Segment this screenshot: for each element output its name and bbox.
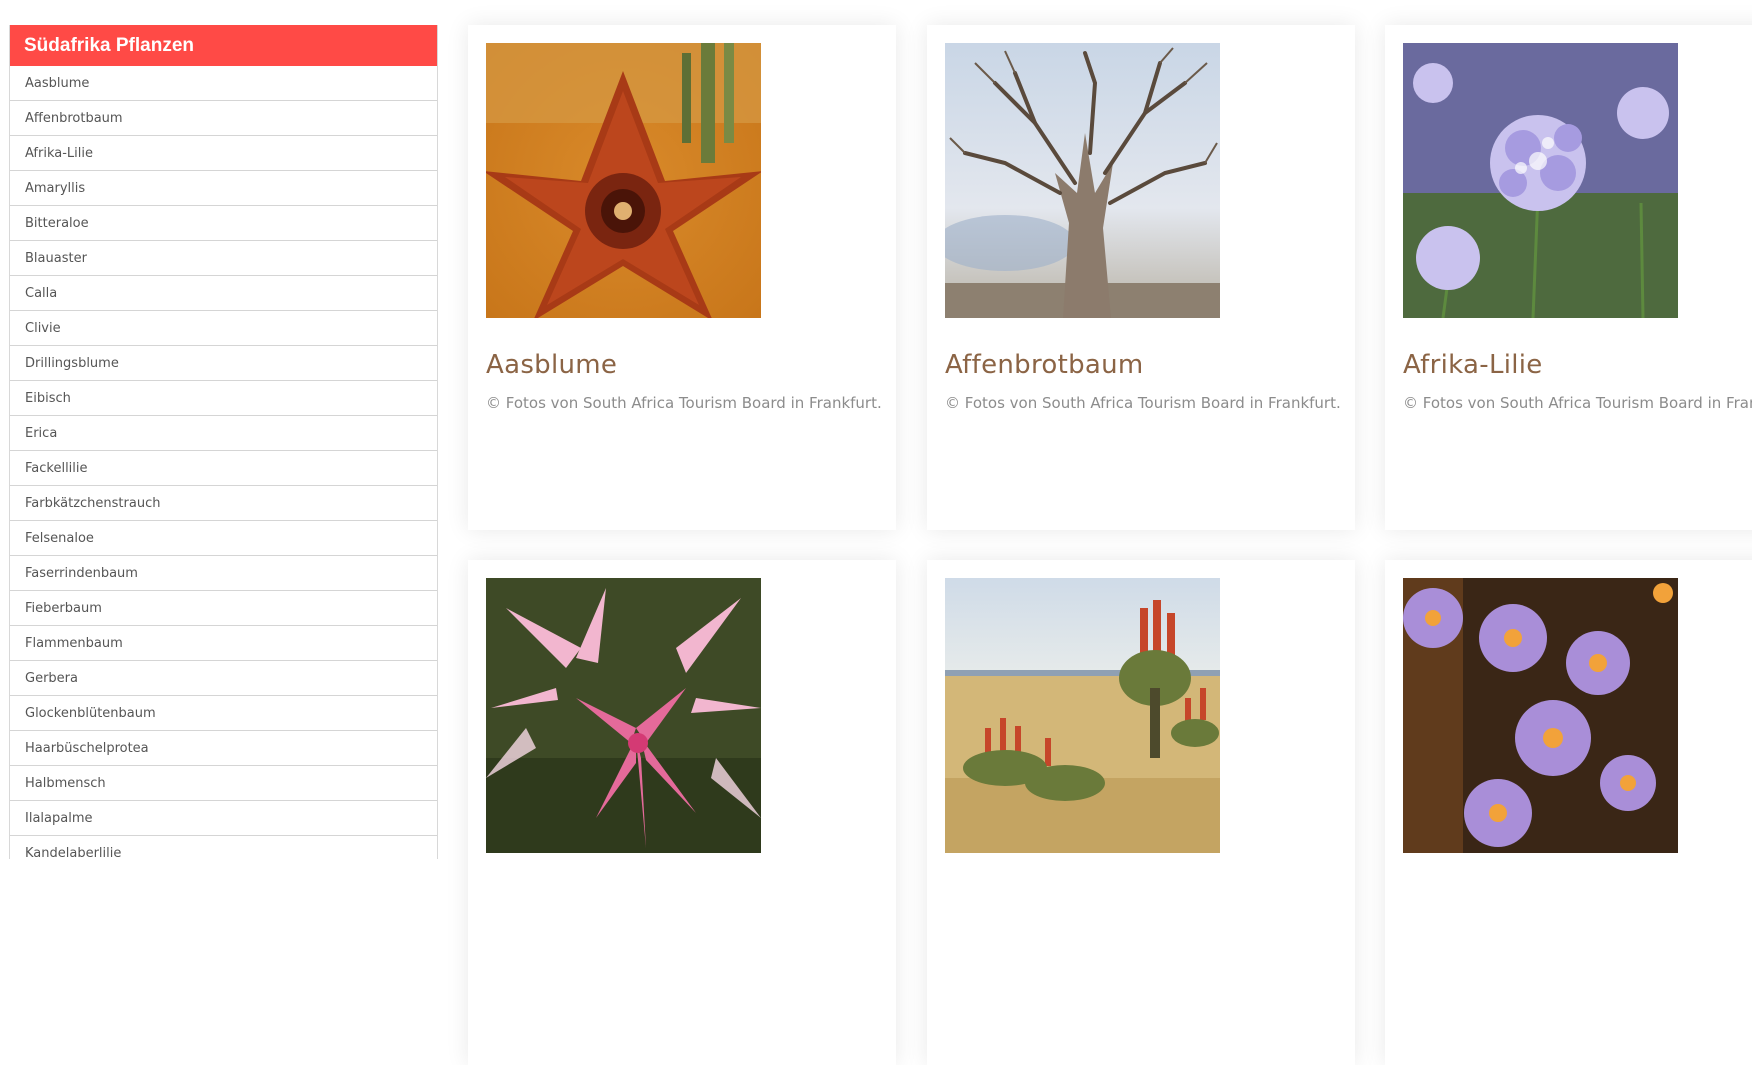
sidebar-item-haarbueschelprotea[interactable]: Haarbüschelprotea — [10, 731, 437, 766]
sidebar-item-clivie[interactable]: Clivie — [10, 311, 437, 346]
plant-card-5[interactable] — [927, 560, 1355, 1065]
sidebar-title: Südafrika Pflanzen — [10, 25, 437, 66]
sidebar-item-blauaster[interactable]: Blauaster — [10, 241, 437, 276]
card-caption: © Fotos von South Africa Tourism Board i… — [945, 394, 1341, 412]
sidebar-item-bitteraloe[interactable]: Bitteraloe — [10, 206, 437, 241]
plant-card-aasblume[interactable]: Aasblume © Fotos von South Africa Touris… — [468, 25, 896, 530]
sidebar-item-glockenbluetenbaum[interactable]: Glockenblütenbaum — [10, 696, 437, 731]
sidebar-item-aasblume[interactable]: Aasblume — [10, 66, 437, 101]
purple-aster-photo[interactable] — [1403, 578, 1678, 853]
sidebar-item-kandelaberlilie[interactable]: Kandelaberlilie — [10, 836, 437, 859]
sidebar-item-fieberbaum[interactable]: Fieberbaum — [10, 591, 437, 626]
card-title[interactable]: Aasblume — [486, 350, 617, 380]
baobab-tree-photo[interactable] — [945, 43, 1220, 318]
sidebar-item-eibisch[interactable]: Eibisch — [10, 381, 437, 416]
carrion-flower-photo[interactable] — [486, 43, 761, 318]
plant-card-4[interactable] — [468, 560, 896, 1065]
sidebar-item-felsenaloe[interactable]: Felsenaloe — [10, 521, 437, 556]
sidebar-plant-list: Südafrika Pflanzen Aasblume Affenbrotbau… — [9, 25, 438, 859]
sidebar-item-farbkaetzchenstrauch[interactable]: Farbkätzchenstrauch — [10, 486, 437, 521]
card-title[interactable]: Affenbrotbaum — [945, 350, 1144, 380]
plant-list: Aasblume Affenbrotbaum Afrika-Lilie Amar… — [10, 66, 437, 859]
aloe-landscape-photo[interactable] — [945, 578, 1220, 853]
plant-card-affenbrotbaum[interactable]: Affenbrotbaum © Fotos von South Africa T… — [927, 25, 1355, 530]
sidebar-item-halbmensch[interactable]: Halbmensch — [10, 766, 437, 801]
sidebar-item-flammenbaum[interactable]: Flammenbaum — [10, 626, 437, 661]
sidebar-item-fackellilie[interactable]: Fackellilie — [10, 451, 437, 486]
sidebar-item-erica[interactable]: Erica — [10, 416, 437, 451]
sidebar-item-faserrindenbaum[interactable]: Faserrindenbaum — [10, 556, 437, 591]
sidebar-item-ilalapalme[interactable]: Ilalapalme — [10, 801, 437, 836]
pink-lily-photo[interactable] — [486, 578, 761, 853]
card-caption: © Fotos von South Africa Tourism Board i… — [486, 394, 882, 412]
sidebar-item-affenbrotbaum[interactable]: Affenbrotbaum — [10, 101, 437, 136]
card-caption: © Fotos von South Africa Tourism Board i… — [1403, 394, 1752, 412]
sidebar-item-afrika-lilie[interactable]: Afrika-Lilie — [10, 136, 437, 171]
sidebar-item-drillingsblume[interactable]: Drillingsblume — [10, 346, 437, 381]
sidebar-item-gerbera[interactable]: Gerbera — [10, 661, 437, 696]
plant-card-6[interactable] — [1385, 560, 1752, 1065]
agapanthus-photo[interactable] — [1403, 43, 1678, 318]
card-title[interactable]: Afrika-Lilie — [1403, 350, 1543, 380]
plant-card-afrika-lilie[interactable]: Afrika-Lilie © Fotos von South Africa To… — [1385, 25, 1752, 530]
sidebar-item-amaryllis[interactable]: Amaryllis — [10, 171, 437, 206]
sidebar-item-calla[interactable]: Calla — [10, 276, 437, 311]
